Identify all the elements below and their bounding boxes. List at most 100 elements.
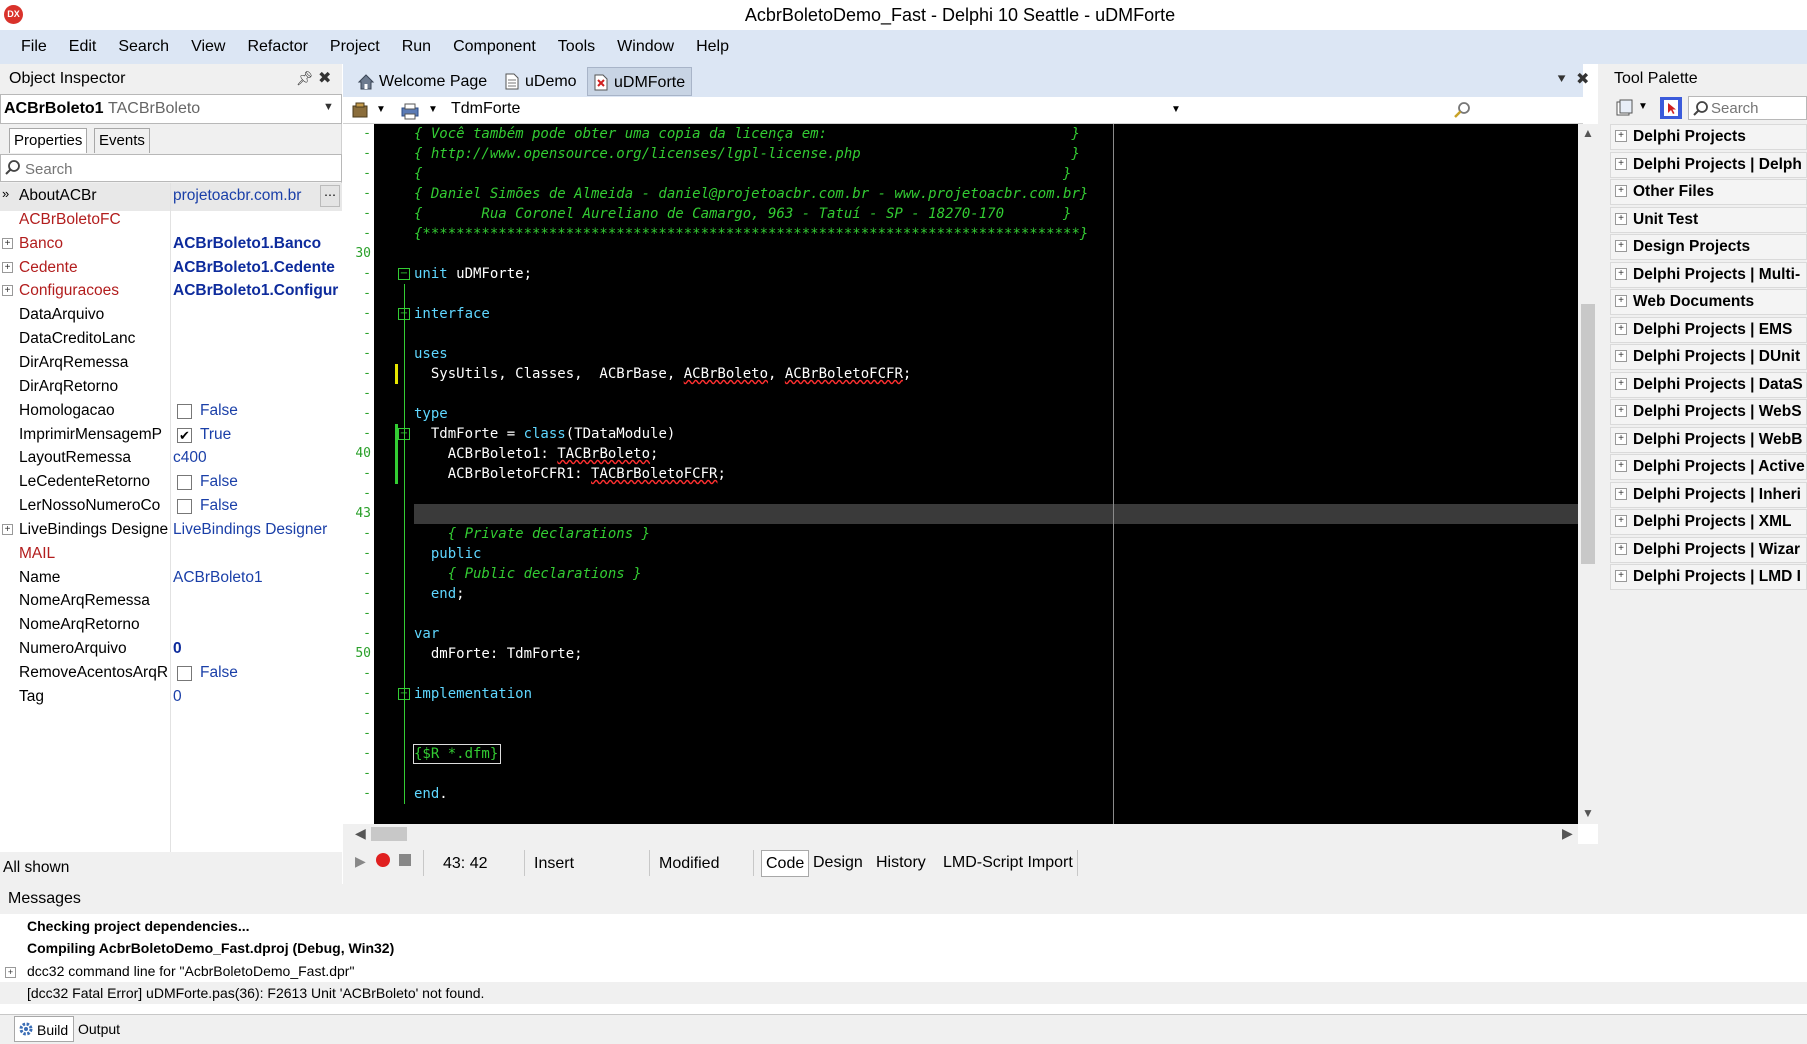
scroll-thumb[interactable] (371, 827, 407, 841)
code-line[interactable] (374, 604, 1578, 624)
expand-icon[interactable]: + (5, 967, 16, 978)
code-line[interactable]: { Rua Coronel Aureliano de Camargo, 963 … (374, 204, 1578, 224)
palette-category[interactable]: + Design Projects (1610, 234, 1807, 260)
property-checkbox[interactable] (177, 403, 192, 419)
property-value[interactable]: 0 (173, 640, 341, 658)
pointer-icon[interactable] (1660, 97, 1682, 119)
palette-category[interactable]: + Delphi Projects | WebS (1610, 399, 1807, 425)
stop-macro-icon[interactable] (399, 854, 411, 866)
code-line[interactable]: { } (374, 164, 1578, 184)
close-icon[interactable]: ✖ (1576, 69, 1589, 89)
property-value[interactable]: ACBrBoleto1.Configur (173, 282, 341, 300)
property-checkbox[interactable] (177, 475, 192, 491)
property-checkbox[interactable] (177, 499, 192, 515)
code-line[interactable]: TdmForte = class(TDataModule) (374, 424, 1578, 444)
code-line[interactable]: type (374, 404, 1578, 424)
expand-icon[interactable]: + (1615, 350, 1627, 362)
palette-category[interactable]: + Delphi Projects | WebB (1610, 426, 1807, 453)
property-search-input[interactable] (25, 158, 325, 180)
palette-category[interactable]: + Unit Test (1610, 206, 1807, 233)
close-icon[interactable]: ✖ (318, 68, 331, 88)
code-line[interactable] (374, 244, 1578, 264)
code-line[interactable]: interface (374, 304, 1578, 324)
menu-tools[interactable]: Tools (547, 30, 606, 64)
expand-icon[interactable]: + (1615, 515, 1627, 527)
menu-refactor[interactable]: Refactor (236, 30, 318, 64)
play-macro-icon[interactable]: ▶ (355, 853, 366, 870)
code-line[interactable] (374, 284, 1578, 304)
expand-icon[interactable]: + (1615, 322, 1627, 335)
code-editor[interactable]: { Você também pode obter uma copia da li… (374, 124, 1578, 824)
chevron-down-icon[interactable]: ▼ (428, 104, 438, 115)
scroll-right-icon[interactable]: ▶ (1562, 825, 1573, 842)
tab-welcome-page[interactable]: Welcome Page (353, 67, 493, 96)
chevron-down-icon[interactable]: ▼ (1171, 104, 1181, 115)
palette-category[interactable]: + Delphi Projects | Multi- (1610, 261, 1807, 288)
code-line[interactable] (374, 664, 1578, 684)
property-value[interactable]: LiveBindings Designer (173, 521, 341, 539)
code-line[interactable]: { Você também pode obter uma copia da li… (374, 124, 1578, 144)
record-macro-icon[interactable] (376, 853, 390, 867)
pin-icon[interactable]: 📌︎ (296, 70, 314, 87)
code-line[interactable] (374, 484, 1578, 504)
vertical-scrollbar[interactable]: ▲ ▼ (1578, 124, 1598, 824)
code-line[interactable]: {$R *.dfm} (374, 744, 1578, 764)
palette-category[interactable]: + Delphi Projects | DataS (1610, 371, 1807, 398)
expand-icon[interactable]: + (1615, 570, 1627, 582)
palette-category[interactable]: + Delphi Projects | Wizar (1610, 536, 1807, 563)
palette-search-input[interactable] (1711, 99, 1806, 118)
object-selector-combo[interactable]: ACBrBoleto1 TACBrBoleto ▼ (0, 94, 342, 124)
component-icon[interactable] (351, 101, 371, 121)
code-line[interactable] (374, 724, 1578, 744)
code-line[interactable]: public (374, 544, 1578, 564)
expand-icon[interactable]: + (1615, 405, 1627, 417)
tab-history[interactable]: History (872, 850, 930, 877)
palette-category[interactable]: + Delphi Projects | DUnit (1610, 344, 1807, 370)
message-line[interactable]: dcc32 command line for "AcbrBoletoDemo_F… (27, 963, 354, 979)
code-line[interactable]: { http://www.opensource.org/licenses/lgp… (374, 144, 1578, 164)
scroll-down-icon[interactable]: ▼ (1582, 806, 1594, 820)
code-line[interactable]: end. (374, 784, 1578, 804)
menu-edit[interactable]: Edit (58, 30, 108, 64)
code-line[interactable]: unit uDMForte; (374, 264, 1578, 284)
palette-category[interactable]: + Other Files (1610, 179, 1807, 205)
message-line[interactable]: Compiling AcbrBoletoDemo_Fast.dproj (Deb… (27, 940, 394, 956)
expand-icon[interactable]: + (2, 261, 13, 273)
tab-list-chevron-icon[interactable]: ⯆ (1556, 71, 1567, 88)
code-line[interactable]: ACBrBoletoFCFR1: TACBrBoletoFCFR; (374, 464, 1578, 484)
chevron-down-icon[interactable]: ▼ (1638, 101, 1648, 112)
palette-category[interactable]: + Delphi Projects (1610, 124, 1807, 150)
chevron-down-icon[interactable]: ▼ (376, 104, 386, 115)
chevron-down-icon[interactable]: ▼ (323, 101, 334, 113)
code-line[interactable]: ACBrBoleto1: TACBrBoleto; (374, 444, 1578, 464)
code-line[interactable]: dmForte: TdmForte; (374, 644, 1578, 664)
property-value[interactable]: projetoacbr.com.br (173, 187, 341, 205)
code-line[interactable]: end; (374, 584, 1578, 604)
menu-file[interactable]: File (10, 30, 58, 64)
property-value[interactable]: 0 (173, 688, 341, 706)
code-line[interactable]: var (374, 624, 1578, 644)
menu-window[interactable]: Window (606, 30, 685, 64)
palette-category[interactable]: + Delphi Projects | EMS (1610, 316, 1807, 343)
expand-icon[interactable]: + (2, 237, 13, 249)
menu-help[interactable]: Help (685, 30, 740, 64)
tab-lmd-script-import[interactable]: LMD-Script Import (939, 850, 1077, 877)
tab-output[interactable]: Output (73, 1016, 125, 1042)
tab-code[interactable]: Code (761, 850, 810, 877)
property-value[interactable]: ACBrBoleto1.Banco (173, 235, 341, 253)
palette-category[interactable]: + Delphi Projects | Active (1610, 454, 1807, 480)
menu-component[interactable]: Component (442, 30, 547, 64)
expand-icon[interactable]: + (1615, 377, 1627, 390)
message-line[interactable]: Checking project dependencies... (27, 918, 250, 934)
code-line[interactable] (374, 324, 1578, 344)
property-checkbox[interactable] (177, 666, 192, 681)
expand-icon[interactable]: + (2, 285, 13, 297)
scroll-left-icon[interactable]: ◀ (355, 825, 366, 842)
print-icon[interactable] (400, 101, 420, 121)
fold-collapse-icon[interactable]: − (398, 268, 410, 280)
scroll-up-icon[interactable]: ▲ (1582, 126, 1594, 140)
property-checkbox[interactable]: ✔ (177, 427, 192, 443)
expand-icon[interactable]: + (1615, 157, 1627, 170)
code-line[interactable]: { Daniel Simões de Almeida - daniel@proj… (374, 184, 1578, 204)
tab-udemo[interactable]: uDemo (499, 67, 583, 96)
